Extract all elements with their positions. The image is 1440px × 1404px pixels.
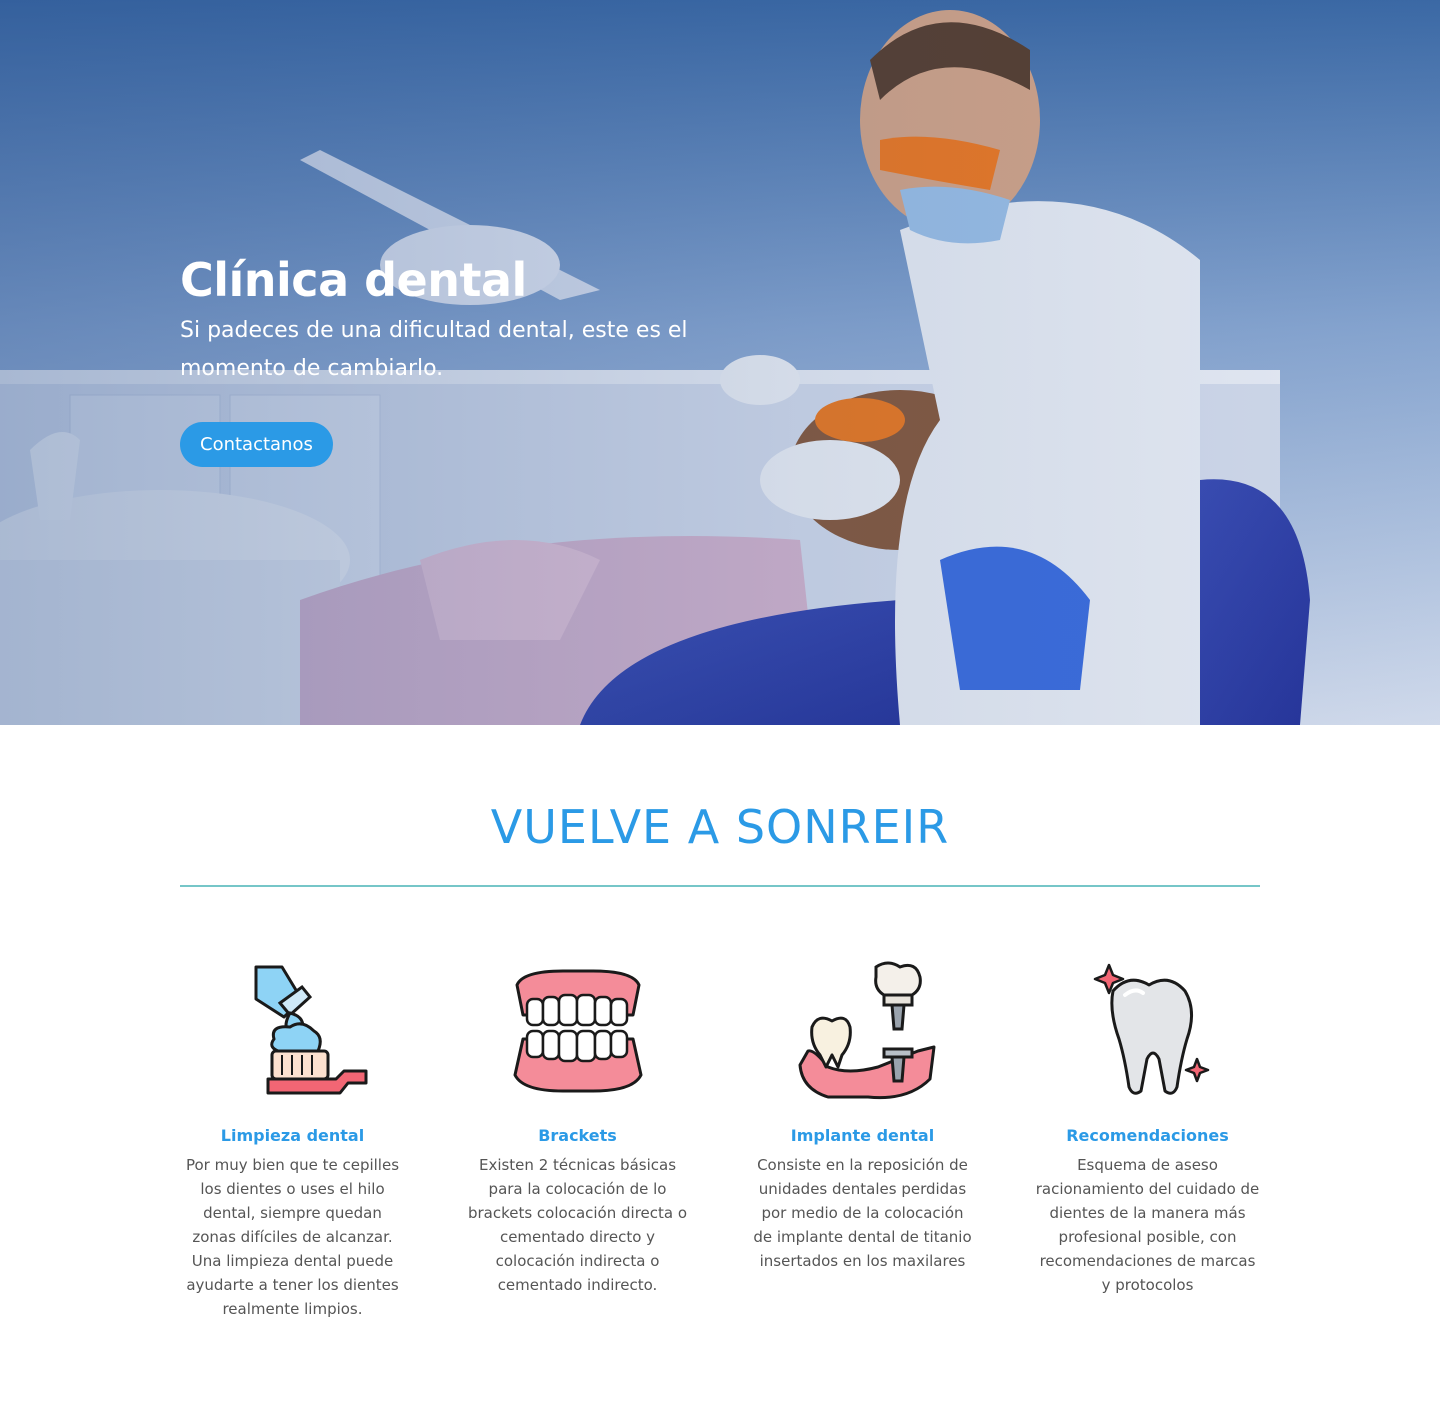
dentures-icon: [513, 969, 642, 1093]
service-card-recomendaciones: Recomendaciones Esquema de aseso raciona…: [1035, 955, 1260, 1297]
dental-implant-icon: [798, 961, 935, 1100]
hero-content: Clínica dental Si padeces de una dificul…: [180, 250, 780, 467]
service-description: Esquema de aseso racionamiento del cuida…: [1035, 1156, 1260, 1294]
section-divider: [180, 885, 1260, 887]
services-grid: Limpieza dental Por muy bien que te cepi…: [180, 955, 1260, 1355]
service-card-brackets: Brackets Existen 2 técnicas básicas para…: [465, 955, 690, 1297]
contact-button[interactable]: Contactanos: [180, 422, 333, 467]
service-description: Consiste en la reposición de unidades de…: [753, 1156, 972, 1270]
service-title: Recomendaciones: [1066, 1126, 1229, 1145]
hero-title: Clínica dental: [180, 253, 527, 307]
section-title: VUELVE A SONREIR: [490, 800, 950, 854]
service-title: Brackets: [538, 1126, 617, 1145]
service-card-limpieza: Limpieza dental Por muy bien que te cepi…: [180, 955, 405, 1321]
service-card-implante: Implante dental Consiste en la reposició…: [750, 955, 975, 1273]
service-description: Existen 2 técnicas básicas para la coloc…: [467, 1156, 688, 1294]
service-title: Implante dental: [790, 1126, 935, 1145]
service-title: Limpieza dental: [220, 1126, 365, 1145]
shiny-tooth-icon: [1093, 963, 1209, 1095]
hero-section: Clínica dental Si padeces de una dificul…: [0, 0, 1440, 725]
service-description: Por muy bien que te cepilles los dientes…: [185, 1156, 400, 1318]
toothbrush-icon: [254, 965, 367, 1095]
hero-subtitle: Si padeces de una dificultad dental, est…: [180, 318, 688, 381]
